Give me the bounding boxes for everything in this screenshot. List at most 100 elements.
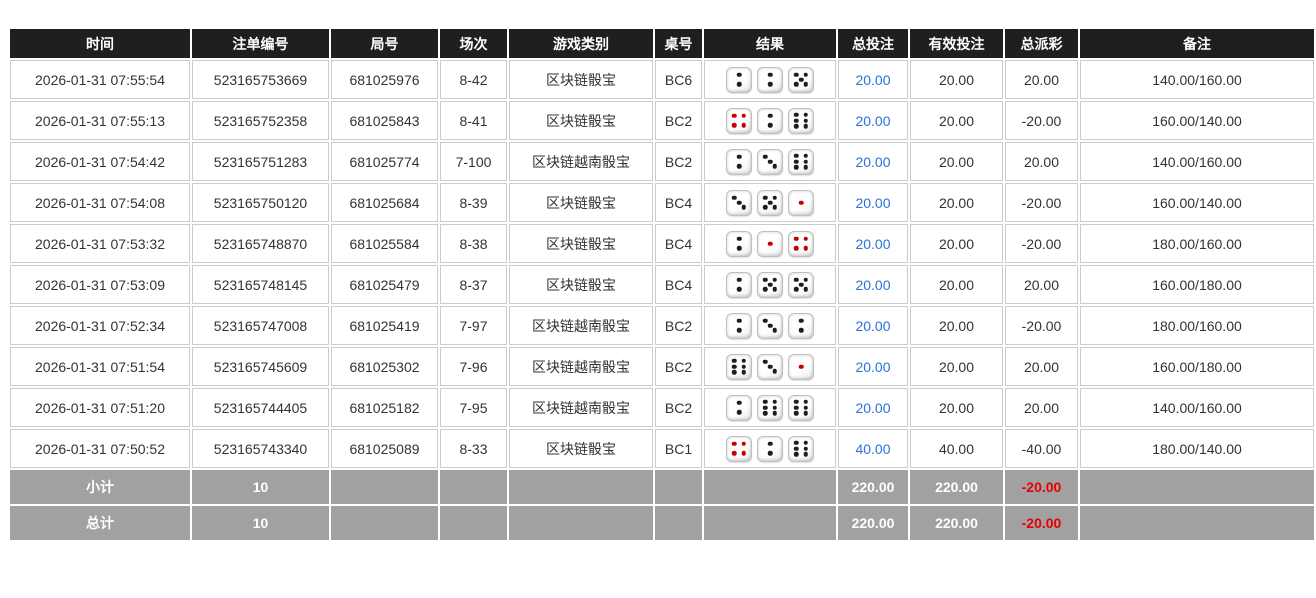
header-bet-id: 注单编号	[192, 29, 329, 58]
cell-total-bet: 20.00	[838, 60, 908, 99]
summary-empty-table	[655, 470, 702, 504]
cell-valid-bet: 20.00	[910, 347, 1003, 386]
cell-bet-id: 523165743340	[192, 429, 329, 468]
table-row: 2026-01-31 07:51:54 523165745609 681025302…	[10, 347, 1314, 386]
header-valid-bet: 有效投注	[910, 29, 1003, 58]
table-row: 2026-01-31 07:55:54 523165753669 681025976…	[10, 60, 1314, 99]
cell-table-no: BC2	[655, 142, 702, 181]
header-time: 时间	[10, 29, 190, 58]
total-bet-link[interactable]: 40.00	[855, 441, 890, 457]
cell-result	[704, 142, 836, 181]
cell-game-type: 区块链越南骰宝	[509, 142, 653, 181]
cell-valid-bet: 20.00	[910, 101, 1003, 140]
cell-table-no: BC1	[655, 429, 702, 468]
cell-result	[704, 388, 836, 427]
total-bet-link[interactable]: 20.00	[855, 400, 890, 416]
summary-empty-session	[440, 506, 507, 540]
cell-session: 8-41	[440, 101, 507, 140]
summary-empty-remark	[1080, 470, 1314, 504]
cell-total-bet: 20.00	[838, 265, 908, 304]
cell-total-bet: 40.00	[838, 429, 908, 468]
table-row: 2026-01-31 07:50:52 523165743340 681025089…	[10, 429, 1314, 468]
dice-result	[726, 148, 814, 175]
cell-result	[704, 306, 836, 345]
cell-game-type: 区块链骰宝	[509, 183, 653, 222]
die-icon	[757, 148, 783, 175]
total-bet-link[interactable]: 20.00	[855, 113, 890, 129]
cell-round-no: 681025479	[331, 265, 438, 304]
cell-table-no: BC2	[655, 388, 702, 427]
die-icon	[726, 148, 752, 175]
cell-session: 7-97	[440, 306, 507, 345]
cell-remark: 180.00/140.00	[1080, 429, 1314, 468]
summary-valid-bet: 220.00	[910, 506, 1003, 540]
summary-label: 总计	[10, 506, 190, 540]
table-row: 2026-01-31 07:55:13 523165752358 681025843…	[10, 101, 1314, 140]
cell-session: 8-33	[440, 429, 507, 468]
cell-round-no: 681025774	[331, 142, 438, 181]
summary-total-payout: -20.00	[1005, 506, 1078, 540]
cell-round-no: 681025584	[331, 224, 438, 263]
cell-game-type: 区块链越南骰宝	[509, 306, 653, 345]
cell-time: 2026-01-31 07:51:54	[10, 347, 190, 386]
total-bet-link[interactable]: 20.00	[855, 154, 890, 170]
total-bet-link[interactable]: 20.00	[855, 195, 890, 211]
cell-remark: 180.00/160.00	[1080, 306, 1314, 345]
subtotal-row: 小计 10 220.00 220.00 -20.00	[10, 470, 1314, 504]
cell-total-payout: 20.00	[1005, 265, 1078, 304]
cell-bet-id: 523165745609	[192, 347, 329, 386]
die-icon	[726, 271, 752, 298]
header-round-no: 局号	[331, 29, 438, 58]
dice-result	[726, 312, 814, 339]
cell-valid-bet: 40.00	[910, 429, 1003, 468]
die-icon	[726, 107, 752, 134]
cell-remark: 160.00/180.00	[1080, 265, 1314, 304]
cell-total-bet: 20.00	[838, 306, 908, 345]
summary-valid-bet: 220.00	[910, 470, 1003, 504]
summary-empty-round	[331, 470, 438, 504]
cell-result	[704, 60, 836, 99]
total-bet-link[interactable]: 20.00	[855, 359, 890, 375]
cell-result	[704, 347, 836, 386]
die-icon	[757, 435, 783, 462]
cell-game-type: 区块链骰宝	[509, 224, 653, 263]
cell-remark: 160.00/140.00	[1080, 101, 1314, 140]
dice-result	[726, 189, 814, 216]
die-icon	[757, 107, 783, 134]
cell-session: 7-100	[440, 142, 507, 181]
total-bet-link[interactable]: 20.00	[855, 72, 890, 88]
total-bet-link[interactable]: 20.00	[855, 236, 890, 252]
cell-table-no: BC4	[655, 183, 702, 222]
cell-bet-id: 523165747008	[192, 306, 329, 345]
cell-valid-bet: 20.00	[910, 183, 1003, 222]
cell-game-type: 区块链越南骰宝	[509, 347, 653, 386]
cell-total-payout: 20.00	[1005, 388, 1078, 427]
cell-bet-id: 523165744405	[192, 388, 329, 427]
cell-round-no: 681025419	[331, 306, 438, 345]
total-bet-link[interactable]: 20.00	[855, 318, 890, 334]
cell-bet-id: 523165751283	[192, 142, 329, 181]
cell-time: 2026-01-31 07:54:42	[10, 142, 190, 181]
total-row: 总计 10 220.00 220.00 -20.00	[10, 506, 1314, 540]
cell-round-no: 681025843	[331, 101, 438, 140]
cell-session: 8-42	[440, 60, 507, 99]
die-icon	[788, 394, 814, 421]
dice-result	[726, 230, 814, 257]
cell-remark: 140.00/160.00	[1080, 388, 1314, 427]
total-bet-link[interactable]: 20.00	[855, 277, 890, 293]
cell-bet-id: 523165750120	[192, 183, 329, 222]
header-total-payout: 总派彩	[1005, 29, 1078, 58]
die-icon	[726, 394, 752, 421]
summary-count: 10	[192, 506, 329, 540]
header-remark: 备注	[1080, 29, 1314, 58]
cell-total-bet: 20.00	[838, 142, 908, 181]
die-icon	[726, 66, 752, 93]
die-icon	[757, 66, 783, 93]
cell-session: 8-38	[440, 224, 507, 263]
summary-total-payout: -20.00	[1005, 470, 1078, 504]
summary-empty-result	[704, 470, 836, 504]
cell-total-payout: 20.00	[1005, 347, 1078, 386]
summary-total-bet: 220.00	[838, 470, 908, 504]
table-row: 2026-01-31 07:54:08 523165750120 681025684…	[10, 183, 1314, 222]
cell-table-no: BC2	[655, 347, 702, 386]
